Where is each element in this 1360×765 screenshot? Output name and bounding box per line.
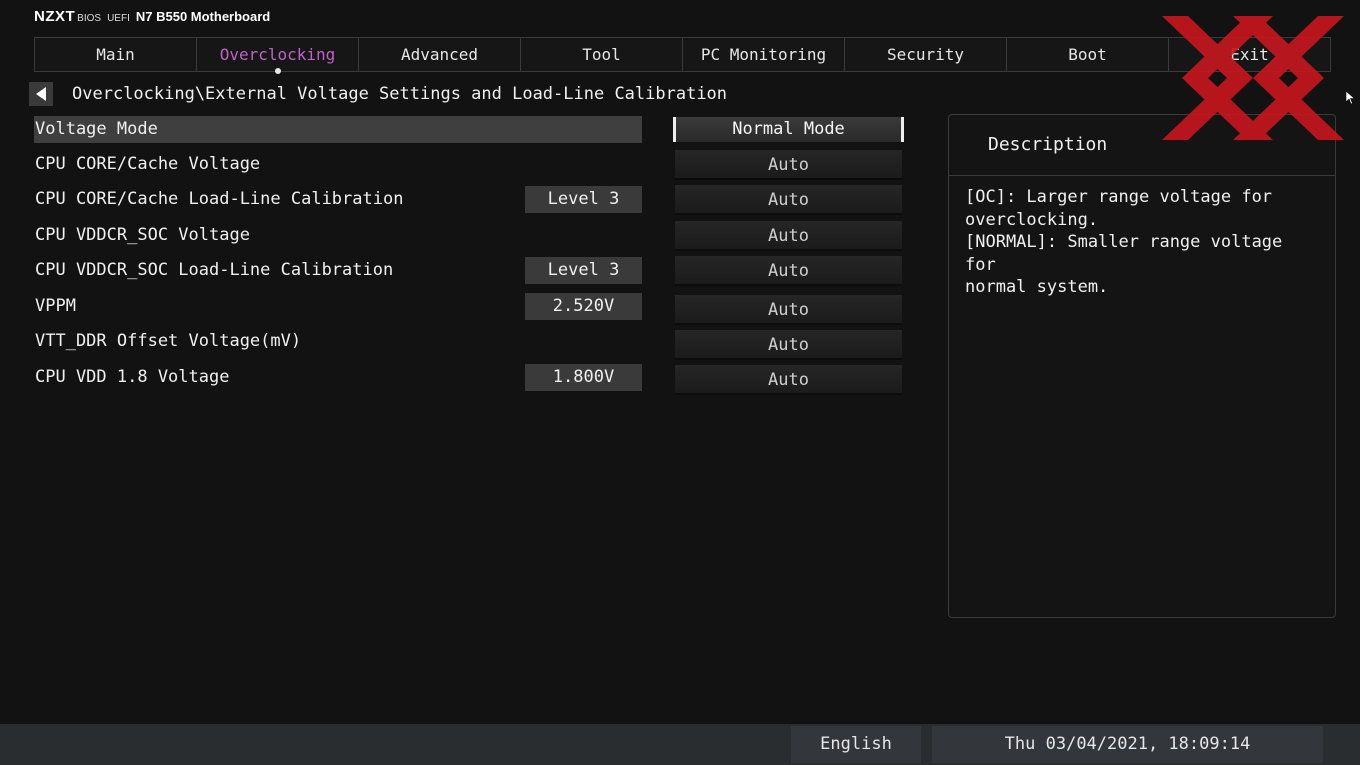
tab-pc-monitoring[interactable]: PC Monitoring xyxy=(683,38,845,71)
cpu-vdd-1-8-voltage-current: 1.800V xyxy=(525,364,642,391)
vppm-option[interactable]: Auto xyxy=(675,295,902,325)
tab-advanced[interactable]: Advanced xyxy=(359,38,521,71)
vtt-ddr-offset-voltage-option[interactable]: Auto xyxy=(675,330,902,360)
voltage-mode-option[interactable]: Normal Mode xyxy=(673,117,904,142)
setting-cpu-vddcr-soc-voltage[interactable]: CPU VDDCR_SOC Voltage xyxy=(34,222,642,249)
setting-vtt-ddr-offset-voltage[interactable]: VTT_DDR Offset Voltage(mV) xyxy=(34,328,642,355)
tab-boot[interactable]: Boot xyxy=(1007,38,1169,71)
cpu-core-cache-llc-option[interactable]: Auto xyxy=(675,185,902,215)
brand-header: NZXT BIOS UEFI N7 B550 Motherboard xyxy=(34,8,270,28)
cpu-vddcr-soc-llc-current: Level 3 xyxy=(525,257,642,284)
cpu-vddcr-soc-llc-option[interactable]: Auto xyxy=(675,256,902,286)
description-text: [OC]: Larger range voltage for overclock… xyxy=(965,187,1283,297)
vppm-current: 2.520V xyxy=(525,293,642,320)
cpu-core-cache-voltage-option[interactable]: Auto xyxy=(675,150,902,180)
back-arrow-icon xyxy=(36,87,46,101)
description-panel: Description [OC]: Larger range voltage f… xyxy=(948,114,1336,618)
language-selector[interactable]: English xyxy=(791,726,921,763)
back-button[interactable] xyxy=(29,82,53,106)
tab-main[interactable]: Main xyxy=(35,38,197,71)
tab-security[interactable]: Security xyxy=(845,38,1007,71)
setting-voltage-mode[interactable]: Voltage Mode xyxy=(34,116,642,143)
motherboard-model: N7 B550 Motherboard xyxy=(135,9,271,24)
cpu-vddcr-soc-voltage-option[interactable]: Auto xyxy=(675,221,902,251)
brand-uefi: UEFI xyxy=(107,13,130,24)
mouse-cursor-icon xyxy=(1346,91,1355,105)
cpu-vdd-1-8-voltage-option[interactable]: Auto xyxy=(675,365,902,395)
brand-bios: BIOS xyxy=(77,13,102,24)
tab-overclocking[interactable]: Overclocking xyxy=(197,38,359,74)
brand-logo: NZXT xyxy=(34,8,76,25)
main-tab-bar: Main Overclocking Advanced Tool PC Monit… xyxy=(34,37,1331,74)
setting-cpu-core-cache-voltage[interactable]: CPU CORE/Cache Voltage xyxy=(34,151,642,178)
cpu-core-cache-llc-current: Level 3 xyxy=(525,186,642,213)
datetime-display: Thu 03/04/2021, 18:09:14 xyxy=(932,726,1323,763)
breadcrumb: Overclocking\External Voltage Settings a… xyxy=(72,84,728,104)
tab-tool[interactable]: Tool xyxy=(521,38,683,71)
xx-watermark-logo xyxy=(1162,16,1344,140)
